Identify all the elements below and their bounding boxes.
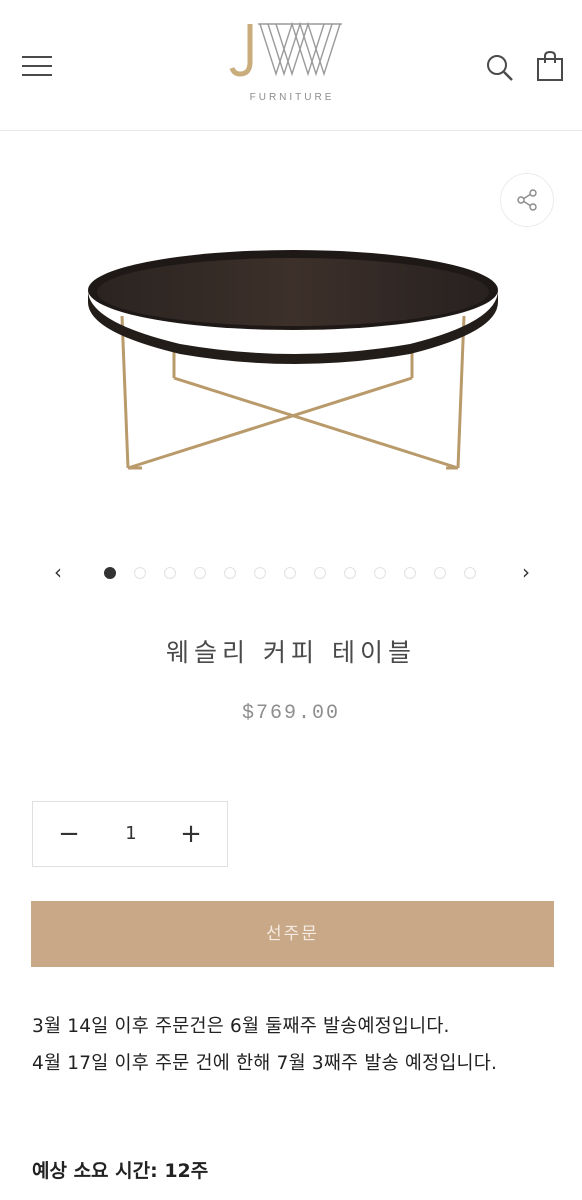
brand-wordmark: FURNITURE: [249, 92, 335, 103]
quantity-decrease-button[interactable]: −: [49, 814, 89, 854]
gallery-dot[interactable]: [344, 567, 356, 579]
quantity-input[interactable]: 1: [111, 816, 151, 852]
gallery-pagination: [104, 567, 476, 581]
share-icon: [517, 189, 537, 211]
shipping-notice-line: 3월 14일 이후 주문건은 6월 둘째주 발송예정입니다.: [32, 1016, 450, 1037]
gallery-dot[interactable]: [134, 567, 146, 579]
shipping-notice: 3월 14일 이후 주문건은 6월 둘째주 발송예정입니다. 4월 17일 이후…: [32, 1008, 560, 1082]
preorder-button[interactable]: 선주문: [31, 901, 554, 967]
gallery-dot[interactable]: [104, 567, 116, 579]
gallery-dot[interactable]: [374, 567, 386, 579]
product-title: 웨슬리 커피 테이블: [166, 638, 416, 667]
shopping-bag-icon[interactable]: [536, 50, 564, 82]
gallery-dot[interactable]: [434, 567, 446, 579]
quantity-increase-button[interactable]: +: [171, 814, 211, 854]
gallery-dot[interactable]: [284, 567, 296, 579]
jw-logo-mark: [229, 21, 342, 77]
gallery-prev-arrow[interactable]: ‹: [46, 560, 70, 584]
gallery-dot[interactable]: [194, 567, 206, 579]
search-icon[interactable]: [486, 54, 514, 82]
gallery-dot[interactable]: [254, 567, 266, 579]
quantity-stepper: − 1 +: [32, 801, 228, 867]
gallery-dot[interactable]: [224, 567, 236, 579]
gallery-dot[interactable]: [404, 567, 416, 579]
gallery-dot[interactable]: [464, 567, 476, 579]
brand-logo[interactable]: FURNITURE: [228, 18, 356, 110]
gallery-next-arrow[interactable]: ›: [514, 560, 538, 584]
shipping-notice-line: 4월 17일 이후 주문 건에 한해 7월 3째주 발송 예정입니다.: [32, 1053, 498, 1074]
product-image-coffee-table[interactable]: [80, 240, 510, 480]
estimated-lead-time: 예상 소요 시간: 12주: [32, 1160, 209, 1182]
share-button[interactable]: [500, 173, 554, 227]
product-price: $769.00: [241, 702, 340, 725]
site-header: FURNITURE: [0, 0, 582, 131]
gallery-dot[interactable]: [164, 567, 176, 579]
hamburger-menu-icon[interactable]: [22, 56, 52, 78]
gallery-dot[interactable]: [314, 567, 326, 579]
